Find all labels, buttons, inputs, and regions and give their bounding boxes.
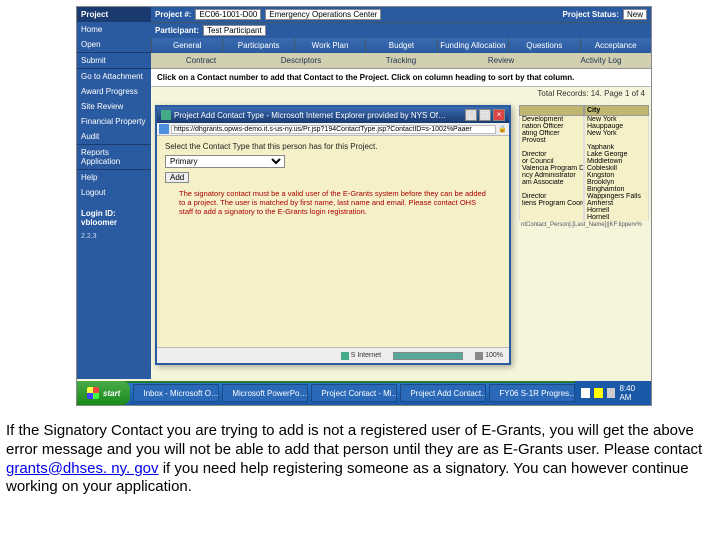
clock[interactable]: 8:40 AM	[619, 384, 645, 402]
project-num-label: Project #:	[155, 10, 191, 19]
records-summary: Total Records: 14. Page 1 of 4	[151, 87, 651, 100]
minimize-button[interactable]: _	[465, 109, 477, 121]
nav-financial-property[interactable]: Financial Property	[77, 114, 151, 129]
tab-contract[interactable]: Contract	[151, 53, 251, 68]
table-row[interactable]: Hornell	[519, 214, 649, 221]
taskbar-item[interactable]: Microsoft PowerPo…	[222, 384, 308, 402]
col-role[interactable]	[519, 105, 584, 116]
taskbar-item[interactable]: Project Contact - Mi…	[311, 384, 397, 402]
tab-questions[interactable]: Questions	[508, 38, 579, 53]
nav-home[interactable]: Home	[77, 22, 151, 37]
login-id-value: vbloomer	[81, 218, 117, 227]
popup-titlebar[interactable]: Project Add Contact Type - Microsoft Int…	[157, 107, 509, 123]
table-row[interactable]: ncy AdministratorKingston	[519, 172, 649, 179]
tab-acceptance[interactable]: Acceptance	[580, 38, 651, 53]
system-tray: 8:40 AM	[575, 381, 651, 405]
participant-value: Test Participant	[203, 25, 266, 36]
email-link[interactable]: grants@dhses. ny. gov	[6, 460, 159, 477]
table-footer: ntContact_Person].[Last_Name]||KF:lipper…	[519, 221, 649, 229]
table-row[interactable]: liens Program CoordinatorAmherst	[519, 200, 649, 207]
status-label: Project Status:	[563, 10, 619, 19]
tab-participants[interactable]: Participants	[222, 38, 293, 53]
nav-help[interactable]: Help	[77, 170, 151, 185]
popup-statusbar: S Internet 100%	[157, 347, 509, 363]
sidebar-header: Project	[77, 7, 151, 22]
table-row[interactable]: Yaphank	[519, 144, 649, 151]
popup-window: Project Add Contact Type - Microsoft Int…	[155, 105, 511, 365]
project-num: EC06-1001-D00	[195, 9, 261, 20]
volume-icon[interactable]	[607, 388, 616, 398]
tab-general[interactable]: General	[151, 38, 222, 53]
nav-logout[interactable]: Logout	[77, 185, 151, 200]
page-icon	[159, 124, 169, 134]
add-button[interactable]: Add	[165, 172, 189, 183]
tab-budget[interactable]: Budget	[365, 38, 436, 53]
zoom-icon	[475, 352, 483, 360]
tab-review[interactable]: Review	[451, 53, 551, 68]
tab-activitylog[interactable]: Activity Log	[551, 53, 651, 68]
slide-caption: If the Signatory Contact you are trying …	[6, 422, 714, 497]
nav-audit[interactable]: Audit	[77, 129, 151, 144]
version: 2.2.3	[77, 230, 151, 243]
start-button[interactable]: start	[77, 381, 130, 405]
taskbar-item[interactable]: FY06 S-1R Progres…	[489, 384, 575, 402]
table-row[interactable]: Valencia Program DirectorCobleskill	[519, 165, 649, 172]
nav-award-progress[interactable]: Award Progress	[77, 84, 151, 99]
popup-title: Project Add Contact Type - Microsoft Int…	[174, 111, 463, 120]
nav-goto-attachment[interactable]: Go to Attachment	[77, 69, 151, 84]
table-row[interactable]: DevelopmentNew York	[519, 116, 649, 123]
tab-descriptors[interactable]: Descriptors	[251, 53, 351, 68]
tray-icon[interactable]	[581, 388, 590, 398]
contact-type-select[interactable]: Primary	[165, 155, 285, 168]
table-row[interactable]: Hornell	[519, 207, 649, 214]
table-row[interactable]: Binghamton	[519, 186, 649, 193]
nav-site-review[interactable]: Site Review	[77, 99, 151, 114]
table-row[interactable]: am AssociateBrooklyn	[519, 179, 649, 186]
secondary-tabs: Contract Descriptors Tracking Review Act…	[151, 53, 651, 69]
taskbar-item[interactable]: Project Add Contact…	[400, 384, 486, 402]
tab-funding[interactable]: Funding Allocation	[437, 38, 508, 53]
nav-submit[interactable]: Submit	[77, 53, 151, 68]
status-value: New	[623, 9, 647, 20]
col-city[interactable]: City	[584, 105, 649, 116]
tray-icon[interactable]	[594, 388, 603, 398]
primary-tabs: General Participants Work Plan Budget Fu…	[151, 38, 651, 53]
progress-bar	[393, 352, 463, 360]
table-row[interactable]: or CouncilMiddletown	[519, 158, 649, 165]
tab-workplan[interactable]: Work Plan	[294, 38, 365, 53]
taskbar-item[interactable]: Inbox - Microsoft O…	[133, 384, 219, 402]
contacts-table: City DevelopmentNew Yorknation OfficerHa…	[519, 105, 649, 229]
table-row[interactable]: DirectorWappingers Falls	[519, 193, 649, 200]
internet-zone-icon	[341, 352, 349, 360]
windows-logo-icon	[87, 387, 99, 399]
nav-reports-application[interactable]: Reports Application	[77, 145, 151, 169]
table-row[interactable]: ating OfficerNew York	[519, 130, 649, 137]
ie-icon	[161, 110, 171, 120]
table-row[interactable]: Provost	[519, 137, 649, 144]
error-message: The signatory contact must be a valid us…	[179, 189, 487, 216]
status-zoom: 100%	[485, 352, 503, 359]
address-bar: 🔒	[157, 123, 509, 136]
popup-prompt: Select the Contact Type that this person…	[165, 142, 501, 151]
instruction-text: Click on a Contact number to add that Co…	[151, 69, 651, 87]
status-site: S Internet	[351, 352, 381, 359]
topbar: Project #: EC06-1001-D00 Emergency Opera…	[151, 7, 651, 22]
login-id-label: Login ID: vbloomer	[77, 206, 151, 230]
nav-open[interactable]: Open	[77, 37, 151, 52]
maximize-button[interactable]: □	[479, 109, 491, 121]
project-name: Emergency Operations Center	[265, 9, 381, 20]
close-button[interactable]: ×	[493, 109, 505, 121]
lock-icon: 🔒	[498, 125, 507, 133]
url-input[interactable]	[171, 125, 496, 134]
participant-label: Participant:	[155, 26, 199, 35]
tab-tracking[interactable]: Tracking	[351, 53, 451, 68]
sidebar: Project Home Open Submit Go to Attachmen…	[77, 7, 151, 379]
taskbar: start Inbox - Microsoft O… Microsoft Pow…	[77, 381, 651, 405]
table-row[interactable]: DirectorLake George	[519, 151, 649, 158]
table-row[interactable]: nation OfficerHauppauge	[519, 123, 649, 130]
